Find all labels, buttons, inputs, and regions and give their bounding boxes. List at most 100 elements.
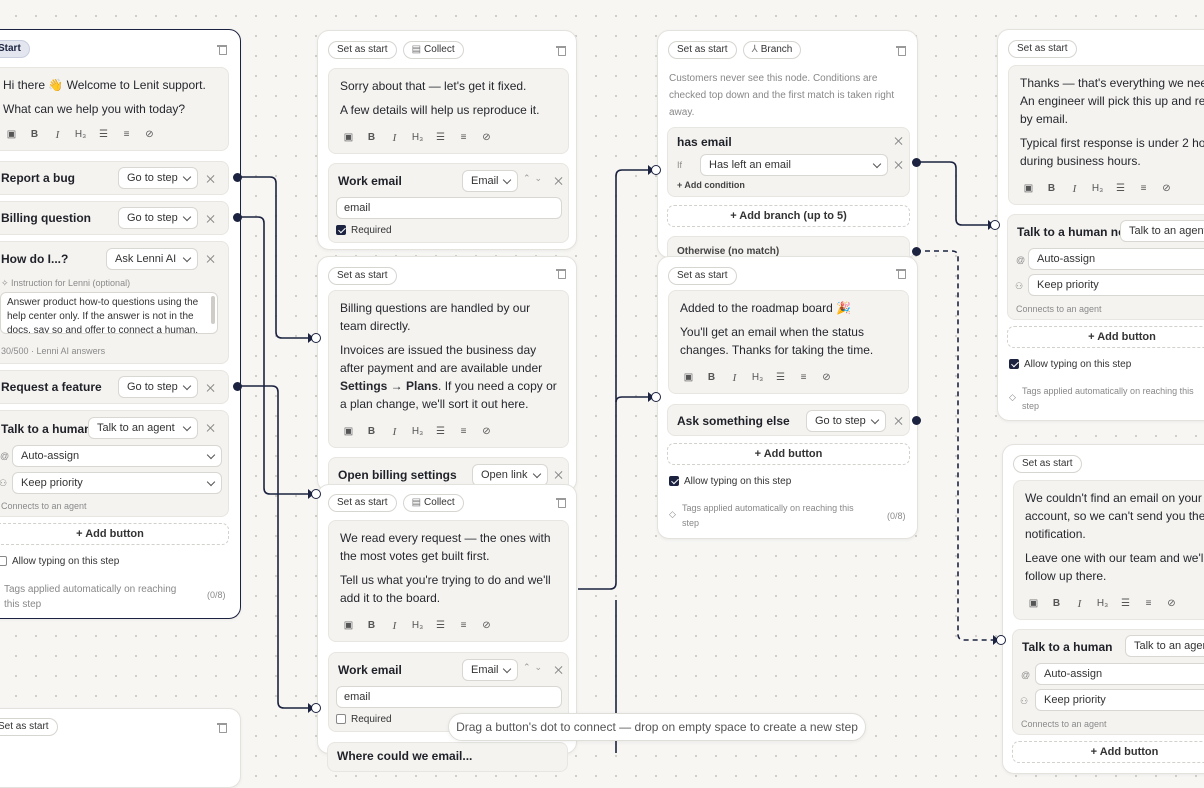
heading-icon[interactable]: H₃ bbox=[69, 126, 92, 144]
add-button[interactable]: + Add button bbox=[667, 443, 910, 465]
close-icon[interactable] bbox=[206, 255, 214, 263]
action-select[interactable]: Talk to an agent bbox=[88, 417, 198, 439]
set-as-start-button[interactable]: Set as start bbox=[668, 267, 737, 285]
action-select[interactable]: Go to step bbox=[118, 167, 198, 189]
input-handle[interactable] bbox=[310, 488, 321, 499]
close-icon[interactable] bbox=[554, 666, 562, 674]
trash-icon[interactable] bbox=[556, 45, 566, 56]
button-row-ask-else[interactable]: Ask something else Go to step bbox=[667, 404, 910, 436]
priority-select[interactable]: Keep priority bbox=[12, 472, 222, 494]
input-handle[interactable] bbox=[310, 702, 321, 713]
action-select[interactable]: Talk to an agent bbox=[1125, 635, 1204, 657]
set-as-start-button[interactable]: Set as start bbox=[328, 41, 397, 59]
message-bubble[interactable]: Thanks — that's everything we need. An e… bbox=[1008, 65, 1204, 205]
set-as-start-button[interactable]: Set as start bbox=[668, 41, 737, 59]
set-as-start-button[interactable]: Set as start bbox=[0, 718, 58, 736]
connect-dot[interactable] bbox=[911, 246, 921, 256]
image-icon[interactable]: ▣ bbox=[0, 126, 23, 144]
message-bubble[interactable]: We read every request — the ones with th… bbox=[328, 520, 569, 642]
close-icon[interactable] bbox=[206, 424, 214, 432]
node-welcome[interactable]: Start Hi there 👋 Welcome to Lenit suppor… bbox=[0, 29, 241, 619]
message-bubble[interactable]: We couldn't find an email on your accoun… bbox=[1013, 480, 1204, 620]
connect-dot[interactable] bbox=[232, 172, 242, 182]
node-thanks[interactable]: Set as start Thanks — that's everything … bbox=[997, 29, 1204, 421]
input-handle[interactable] bbox=[310, 332, 321, 343]
node-no-email[interactable]: Set as start We couldn't find an email o… bbox=[1002, 444, 1204, 774]
message-bubble[interactable]: Hi there 👋 Welcome to Lenit support. Wha… bbox=[0, 67, 229, 151]
trash-icon[interactable] bbox=[556, 268, 566, 279]
button-row-human-now[interactable]: Talk to a human now Talk to an agent @ A… bbox=[1007, 214, 1204, 320]
action-select[interactable]: Go to step bbox=[118, 376, 198, 398]
close-icon[interactable] bbox=[894, 417, 902, 425]
branch-has-email[interactable]: has email If Has left an email + Add con… bbox=[667, 127, 910, 197]
close-icon[interactable] bbox=[894, 161, 902, 169]
required-checkbox[interactable]: Required bbox=[336, 225, 392, 236]
trash-icon[interactable] bbox=[896, 268, 906, 279]
action-select[interactable]: Go to step bbox=[806, 410, 886, 432]
action-select[interactable]: Open link bbox=[472, 464, 548, 486]
close-icon[interactable] bbox=[554, 177, 562, 185]
action-select[interactable]: Go to step bbox=[118, 207, 198, 229]
action-select[interactable]: Ask Lenni AI bbox=[106, 248, 198, 270]
field-type-select[interactable]: Email bbox=[462, 659, 518, 681]
button-row-feature[interactable]: Request a feature Go to step bbox=[0, 370, 229, 404]
message-bubble[interactable]: Billing questions are handled by our tea… bbox=[328, 290, 569, 448]
assign-select[interactable]: Auto-assign bbox=[1028, 248, 1204, 270]
button-row-billing[interactable]: Billing question Go to step bbox=[0, 201, 229, 235]
allow-typing-checkbox[interactable]: Allow typing on this step bbox=[1009, 359, 1131, 370]
email-field[interactable]: email bbox=[336, 686, 562, 708]
button-row-human[interactable]: Talk to a human Talk to an agent @ Auto-… bbox=[1012, 629, 1204, 735]
button-row-bug[interactable]: Report a bug Go to step bbox=[0, 161, 229, 195]
connect-dot[interactable] bbox=[232, 381, 242, 391]
message-bubble[interactable]: Sorry about that — let's get it fixed. A… bbox=[328, 68, 569, 154]
allow-typing-checkbox[interactable]: Allow typing on this step bbox=[0, 556, 119, 567]
close-icon[interactable] bbox=[206, 215, 214, 223]
close-icon[interactable] bbox=[206, 175, 214, 183]
close-icon[interactable] bbox=[206, 384, 214, 392]
trash-icon[interactable] bbox=[217, 44, 227, 55]
bullet-list-icon[interactable]: ☰ bbox=[92, 126, 115, 144]
allow-typing-checkbox[interactable]: Allow typing on this step bbox=[669, 476, 791, 487]
reorder-arrows-icon[interactable]: ⌃⌄ bbox=[523, 173, 546, 184]
instruction-textarea[interactable]: Answer product how-to questions using th… bbox=[0, 292, 218, 334]
link-icon[interactable]: ⊘ bbox=[138, 126, 161, 144]
field-type-select[interactable]: Email bbox=[462, 170, 518, 192]
node-branch[interactable]: Set as start ⅄ Branch Customers never see… bbox=[657, 30, 918, 266]
connect-dot[interactable] bbox=[911, 157, 921, 167]
add-button[interactable]: + Add button bbox=[1007, 326, 1204, 348]
set-as-start-button[interactable]: Set as start bbox=[1013, 455, 1082, 473]
input-handle[interactable] bbox=[989, 219, 1000, 230]
add-branch-button[interactable]: + Add branch (up to 5) bbox=[667, 205, 910, 227]
input-handle[interactable] bbox=[650, 391, 661, 402]
field-work-email[interactable]: Work email Email ⌃⌄ email Required bbox=[328, 163, 569, 243]
set-as-start-button[interactable]: Set as start bbox=[328, 494, 397, 512]
numbered-list-icon[interactable]: ≡ bbox=[115, 126, 138, 144]
node-billing[interactable]: Set as start Billing questions are handl… bbox=[317, 256, 577, 492]
italic-icon[interactable]: I bbox=[46, 126, 69, 144]
add-button[interactable]: + Add button bbox=[1012, 741, 1204, 763]
trash-icon[interactable] bbox=[896, 45, 906, 56]
priority-select[interactable]: Keep priority bbox=[1028, 274, 1204, 296]
set-as-start-button[interactable]: Set as start bbox=[328, 267, 397, 285]
message-bubble[interactable]: Added to the roadmap board 🎉 You'll get … bbox=[668, 290, 909, 394]
close-icon[interactable] bbox=[554, 471, 562, 479]
required-checkbox[interactable]: Required bbox=[336, 714, 392, 725]
assign-select[interactable]: Auto-assign bbox=[1035, 663, 1204, 685]
email-field[interactable]: email bbox=[336, 197, 562, 219]
input-handle[interactable] bbox=[650, 164, 661, 175]
input-handle[interactable] bbox=[995, 634, 1006, 645]
action-select[interactable]: Talk to an agent bbox=[1120, 220, 1204, 242]
node-bug-collect[interactable]: Set as start ▤ Collect Sorry about that —… bbox=[317, 30, 577, 250]
add-condition-link[interactable]: + Add condition bbox=[677, 180, 745, 190]
condition-select[interactable]: Has left an email bbox=[700, 154, 888, 176]
bold-icon[interactable]: B bbox=[23, 126, 46, 144]
node-roadmap[interactable]: Set as start Added to the roadmap board … bbox=[657, 256, 918, 539]
field-partial[interactable]: Where could we email... bbox=[327, 742, 568, 772]
trash-icon[interactable] bbox=[217, 722, 227, 733]
assign-select[interactable]: Auto-assign bbox=[12, 445, 222, 467]
priority-select[interactable]: Keep priority bbox=[1035, 689, 1204, 711]
reorder-arrows-icon[interactable]: ⌃⌄ bbox=[523, 662, 546, 673]
button-row-human[interactable]: Talk to a human Talk to an agent @ Auto-… bbox=[0, 410, 229, 517]
trash-icon[interactable] bbox=[556, 497, 566, 508]
connect-dot[interactable] bbox=[232, 212, 242, 222]
